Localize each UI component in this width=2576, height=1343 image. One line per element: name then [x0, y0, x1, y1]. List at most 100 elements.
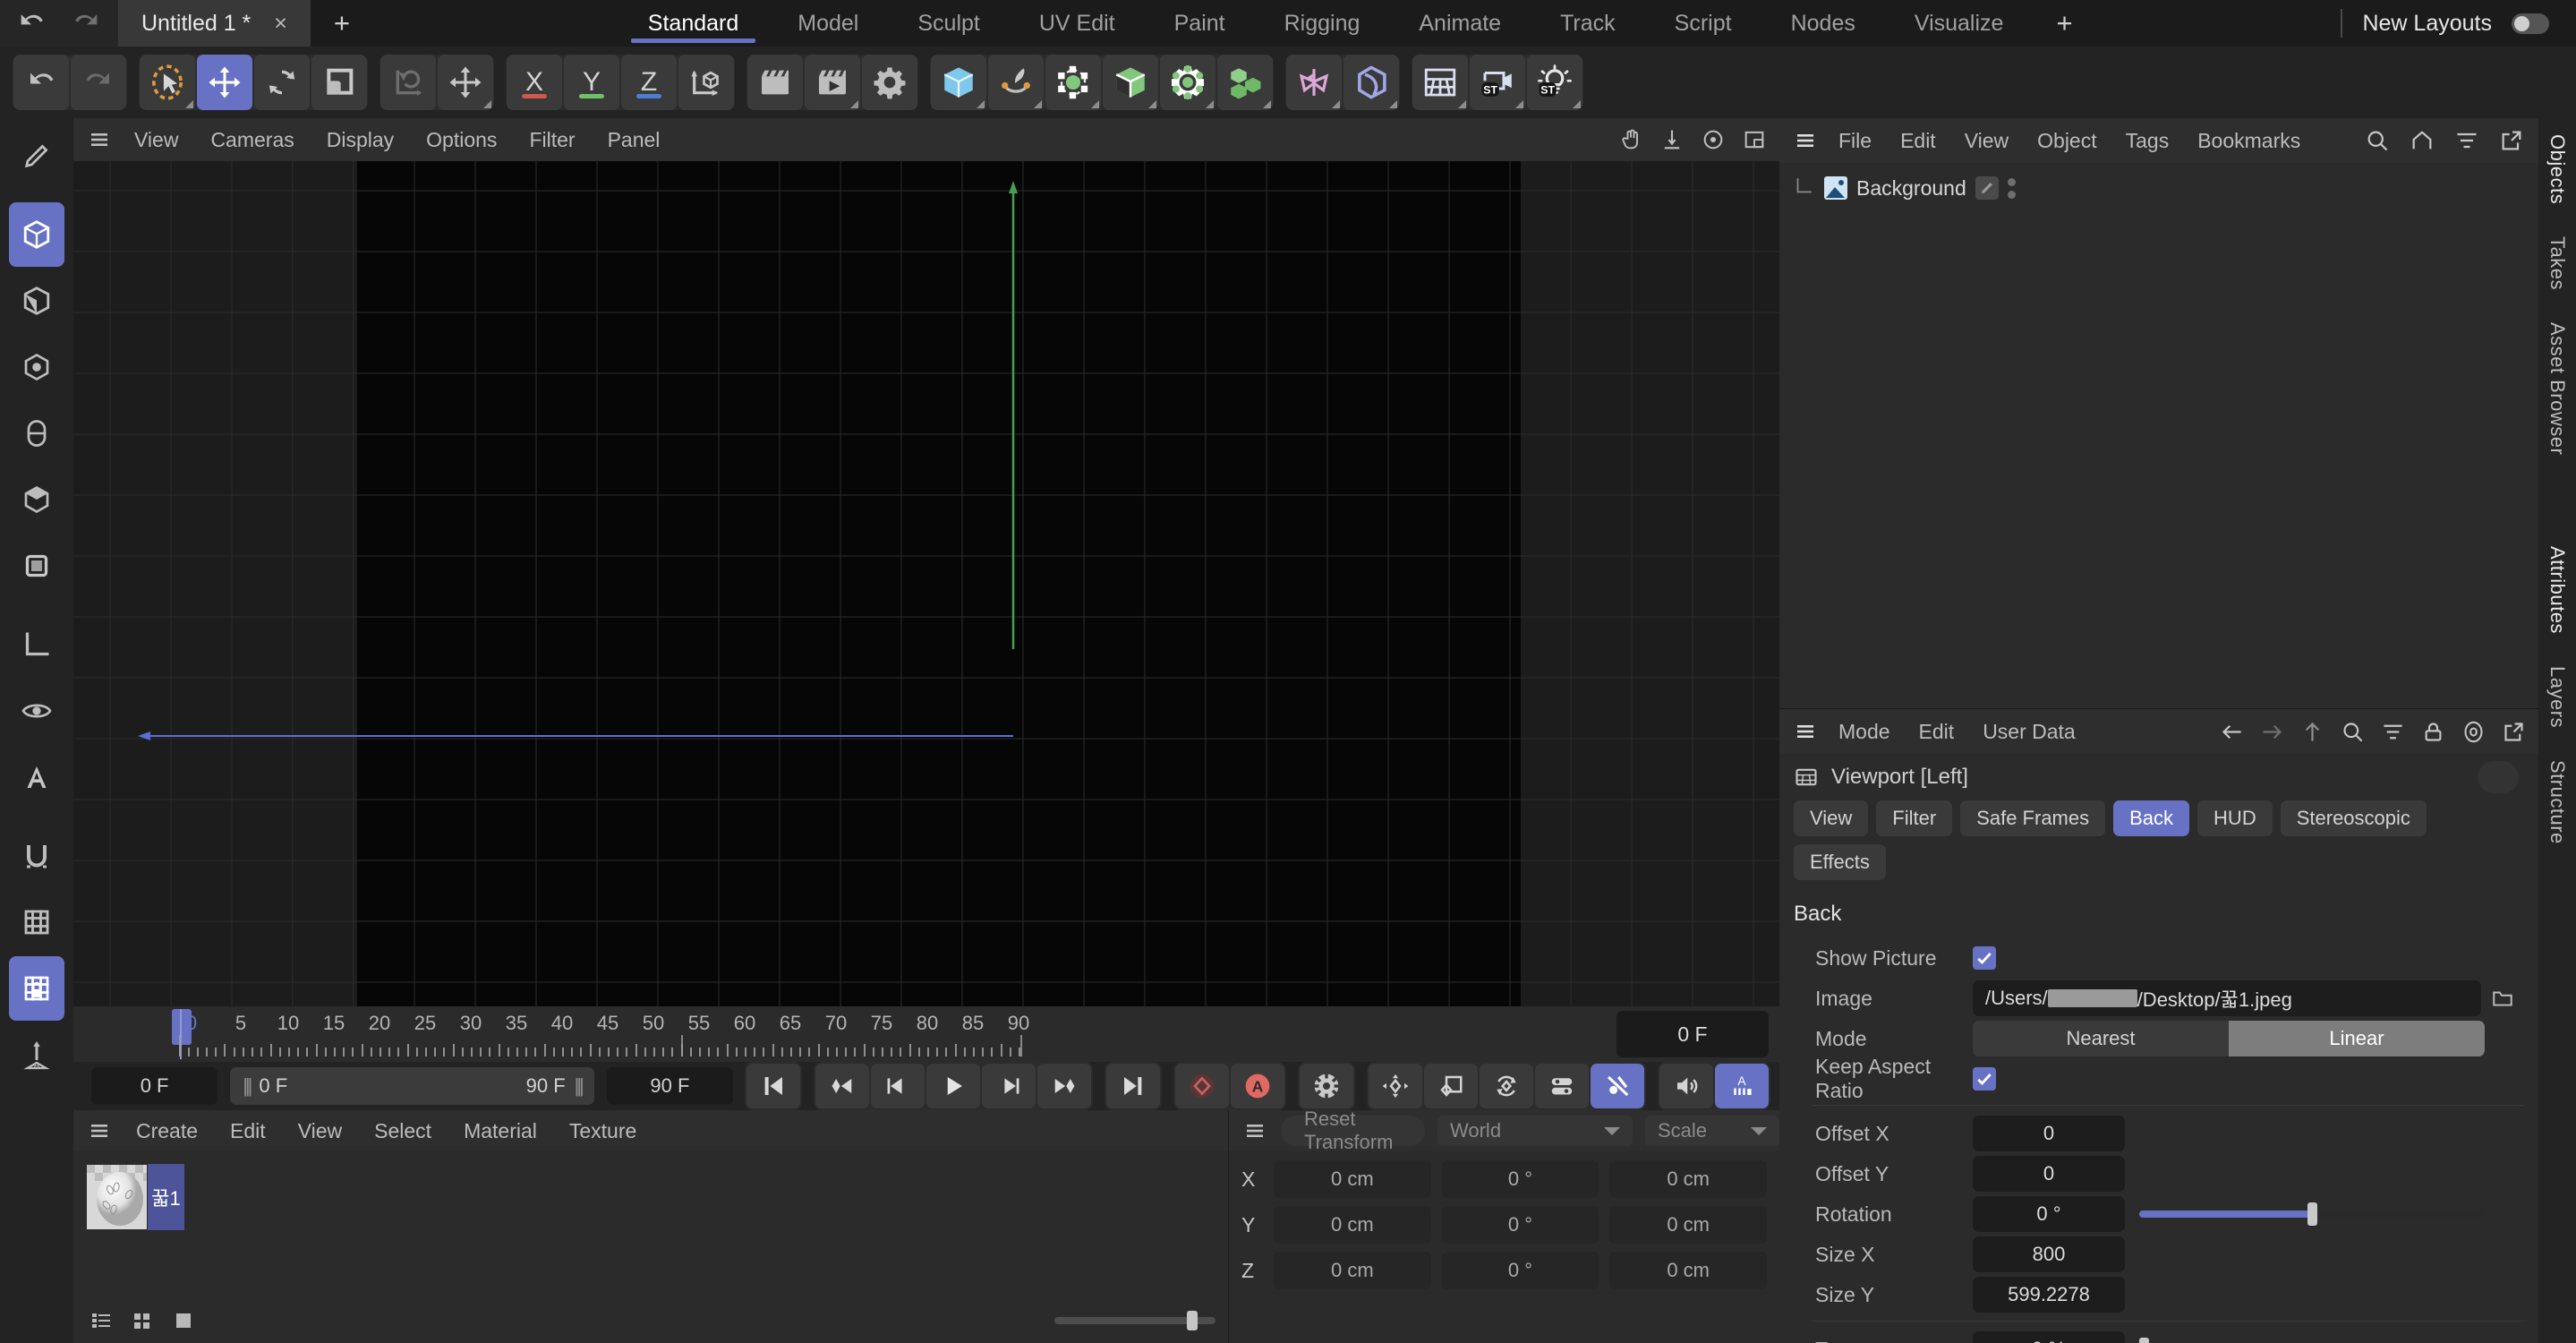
vertical-tab-asset-browser[interactable]: Asset Browser: [2546, 306, 2569, 471]
go-to-end-button[interactable]: [1106, 1064, 1160, 1108]
grid-view-icon[interactable]: [127, 1307, 158, 1334]
object-menu-bookmarks[interactable]: Bookmarks: [2183, 129, 2315, 153]
back-arrow-icon[interactable]: [2220, 720, 2244, 744]
range-end-grip[interactable]: |||: [575, 1074, 584, 1098]
render-to-picture-viewer-button[interactable]: [805, 55, 860, 110]
layout-tab-paint[interactable]: Paint: [1145, 0, 1255, 47]
viewport-menu-panel[interactable]: Panel: [592, 128, 677, 152]
new-layouts-label[interactable]: New Layouts: [2362, 11, 2492, 37]
hamburger-icon[interactable]: [1792, 721, 1819, 742]
sound-button[interactable]: [1659, 1064, 1713, 1108]
layout-tab-model[interactable]: Model: [768, 0, 888, 47]
layout-tab-sculpt[interactable]: Sculpt: [888, 0, 1009, 47]
parameter-key-button[interactable]: [1535, 1064, 1589, 1108]
viewport-visibility-button[interactable]: [9, 679, 64, 743]
workplane-mode-button[interactable]: [9, 534, 64, 598]
rotate-tool[interactable]: [254, 55, 310, 110]
render-view-button[interactable]: [747, 55, 803, 110]
new-document-button[interactable]: +: [311, 0, 373, 47]
polygons-mode-button[interactable]: [9, 467, 64, 532]
points-mode-button[interactable]: [9, 335, 64, 399]
keep-aspect-ratio-checkbox[interactable]: [1973, 1067, 1996, 1091]
hamburger-icon[interactable]: [1792, 130, 1819, 151]
step-forward-button[interactable]: [982, 1064, 1036, 1108]
show-picture-checkbox[interactable]: [1973, 946, 1996, 970]
play-button[interactable]: [926, 1064, 980, 1108]
scale-key-button[interactable]: [1424, 1064, 1478, 1108]
keyframe-settings-button[interactable]: [1300, 1064, 1353, 1108]
detach-icon[interactable]: [2502, 720, 2526, 744]
vertical-tab-structure[interactable]: Structure: [2546, 744, 2569, 860]
transform-mode-dropdown[interactable]: Scale: [1645, 1116, 1779, 1146]
dolly-icon[interactable]: [1659, 127, 1685, 152]
filter-icon[interactable]: [2454, 128, 2479, 153]
layout-tab-nodes[interactable]: Nodes: [1761, 0, 1885, 47]
attribute-tab-stereoscopic[interactable]: Stereoscopic: [2280, 800, 2427, 836]
hamburger-icon[interactable]: [1241, 1120, 1268, 1142]
live-selection-tool[interactable]: [140, 55, 195, 110]
vertical-tab-takes[interactable]: Takes: [2546, 220, 2569, 306]
axis-origin-button[interactable]: [9, 612, 64, 677]
rotation-field[interactable]: 0 °: [1973, 1196, 2125, 1232]
attribute-preview-orb[interactable]: [2478, 761, 2519, 793]
scale-tool[interactable]: [311, 55, 367, 110]
search-icon[interactable]: [2365, 128, 2390, 153]
size-x-field[interactable]: 800: [1973, 1236, 2125, 1272]
pan-icon[interactable]: [1618, 127, 1643, 152]
object-menu-edit[interactable]: Edit: [1886, 129, 1950, 153]
nurbs-generator-button[interactable]: [1045, 55, 1101, 110]
hamburger-icon[interactable]: [86, 129, 113, 150]
layout-tab-standard[interactable]: Standard: [618, 0, 768, 47]
current-frame-field[interactable]: 0 F: [91, 1067, 218, 1105]
size-x-field[interactable]: 0 cm: [1609, 1160, 1768, 1198]
animate-axis-button[interactable]: A: [9, 1022, 64, 1087]
render-settings-button[interactable]: [862, 55, 917, 110]
record-keyframe-button[interactable]: [1175, 1064, 1229, 1108]
material-list[interactable]: 꿃1: [73, 1151, 1228, 1343]
close-icon[interactable]: ×: [274, 11, 287, 37]
vertical-tab-attributes[interactable]: Attributes: [2546, 530, 2569, 650]
target-icon[interactable]: [2461, 720, 2486, 744]
previous-key-button[interactable]: [815, 1064, 869, 1108]
snap-toggle-button[interactable]: [9, 824, 64, 888]
position-y-field[interactable]: 0 cm: [1274, 1206, 1431, 1244]
material-menu-edit[interactable]: Edit: [214, 1119, 282, 1143]
world-object-coordinates-button[interactable]: [678, 55, 734, 110]
mode-option-linear[interactable]: Linear: [2229, 1021, 2485, 1056]
document-tab[interactable]: Untitled 1 * ×: [118, 0, 311, 47]
rotation-key-button[interactable]: [1480, 1064, 1533, 1108]
axis-letter-button[interactable]: [9, 745, 64, 809]
lock-icon[interactable]: [2421, 720, 2445, 744]
edges-mode-button[interactable]: [9, 401, 64, 466]
timeline-ruler[interactable]: 0 5 10 15 20 25 30 35 40 45 50 55 60 65 …: [73, 1006, 1606, 1062]
cloth-button[interactable]: [1286, 55, 1342, 110]
next-key-button[interactable]: [1037, 1064, 1091, 1108]
cube-primitive-button[interactable]: [931, 55, 986, 110]
camera-button[interactable]: ST: [1470, 55, 1525, 110]
viewport-menu-options[interactable]: Options: [410, 128, 513, 152]
attribute-tab-view[interactable]: View: [1794, 800, 1869, 836]
model-mode-button[interactable]: [9, 202, 64, 267]
x-axis-lock[interactable]: X: [507, 55, 562, 110]
object-menu-view[interactable]: View: [1950, 129, 2023, 153]
material-zoom-slider[interactable]: [1054, 1311, 1215, 1330]
viewport-menu-filter[interactable]: Filter: [513, 128, 591, 152]
attribute-tab-effects[interactable]: Effects: [1794, 844, 1886, 880]
layout-tab-script[interactable]: Script: [1645, 0, 1761, 47]
texture-mode-button[interactable]: [9, 269, 64, 333]
quantize-lock-button[interactable]: [9, 956, 64, 1021]
object-menu-object[interactable]: Object: [2023, 129, 2111, 153]
z-axis-lock[interactable]: Z: [621, 55, 677, 110]
viewport-menu-view[interactable]: View: [118, 128, 194, 152]
material-menu-texture[interactable]: Texture: [553, 1119, 653, 1143]
material-menu-select[interactable]: Select: [358, 1119, 448, 1143]
folder-browse-icon[interactable]: [2490, 987, 2515, 1010]
attribute-menu-edit[interactable]: Edit: [1905, 720, 1969, 744]
viewport-menu-cameras[interactable]: Cameras: [194, 128, 310, 152]
material-menu-material[interactable]: Material: [448, 1119, 553, 1143]
volume-button[interactable]: [1343, 55, 1399, 110]
redo-button[interactable]: [71, 55, 126, 110]
reset-transform-button[interactable]: Reset Transform: [1281, 1108, 1425, 1153]
object-axis-tool[interactable]: [380, 55, 436, 110]
attribute-tab-back[interactable]: Back: [2113, 800, 2190, 836]
